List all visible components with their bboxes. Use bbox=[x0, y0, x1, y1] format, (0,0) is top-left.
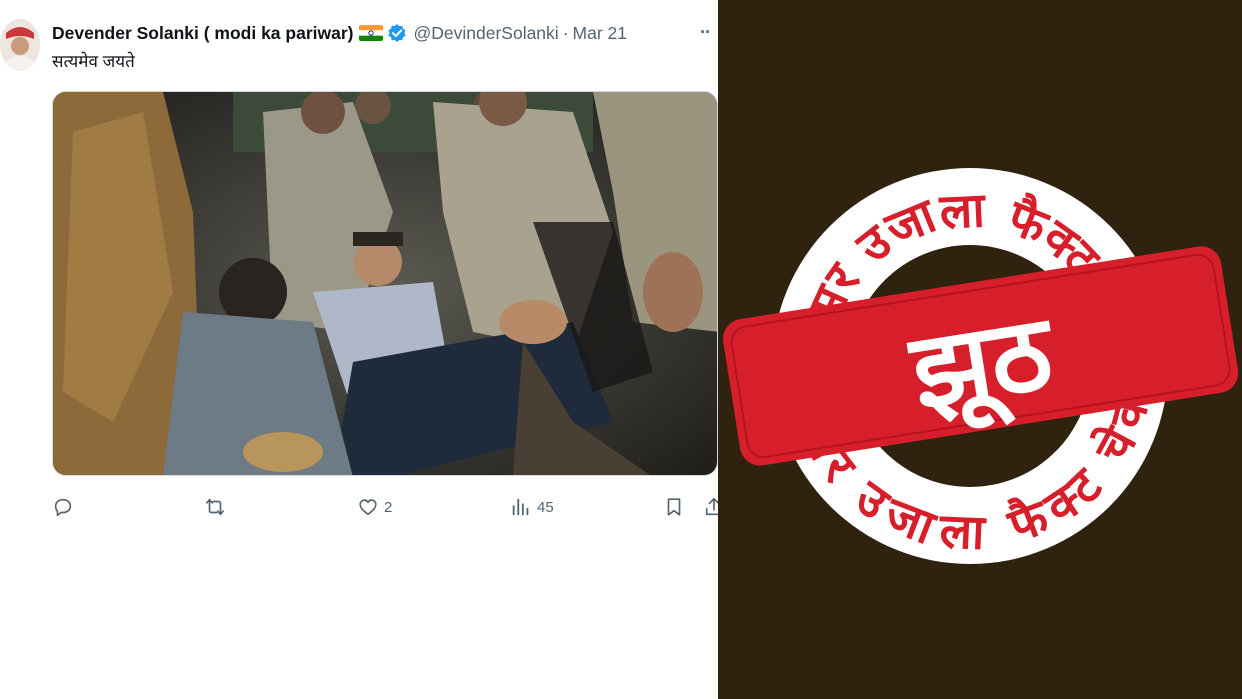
reply-button[interactable] bbox=[52, 496, 79, 518]
tweet-photo[interactable] bbox=[52, 91, 718, 476]
india-flag-icon bbox=[359, 25, 384, 41]
author-name[interactable]: Devender Solanki ( modi ka pariwar) bbox=[52, 23, 353, 44]
tweet-card: Devender Solanki ( modi ka pariwar) @Dev… bbox=[0, 0, 718, 699]
fact-check-stamp-panel: अमर उजाला फैक्ट चेक अमर उजाला फैक्ट चेक … bbox=[718, 0, 1242, 699]
author-handle[interactable]: @DevinderSolanki bbox=[413, 23, 558, 44]
verified-badge-icon bbox=[387, 23, 407, 43]
like-button[interactable]: 2 bbox=[357, 496, 392, 518]
like-count: 2 bbox=[384, 498, 393, 516]
share-icon bbox=[705, 497, 718, 516]
views-count: 45 bbox=[537, 498, 554, 516]
views-button[interactable]: 45 bbox=[510, 496, 554, 518]
retweet-button[interactable] bbox=[204, 496, 231, 518]
header-separator: · bbox=[562, 22, 569, 43]
tweet-text: सत्यमेव जयते bbox=[52, 52, 135, 71]
more-options-button[interactable]: ·· bbox=[700, 22, 711, 43]
tweet-date[interactable]: Mar 21 bbox=[573, 23, 627, 44]
bookmark-button[interactable] bbox=[663, 496, 685, 518]
fact-check-stamp: अमर उजाला फैक्ट चेक अमर उजाला फैक्ट चेक … bbox=[723, 168, 1239, 564]
tweet-header: Devender Solanki ( modi ka pariwar) @Dev… bbox=[52, 20, 627, 46]
heart-icon bbox=[359, 499, 377, 516]
bookmark-icon bbox=[667, 498, 681, 516]
share-button[interactable] bbox=[703, 496, 718, 518]
avatar[interactable] bbox=[0, 19, 40, 71]
views-chart-icon bbox=[512, 498, 529, 516]
retweet-icon bbox=[205, 498, 225, 516]
reply-icon bbox=[54, 498, 72, 517]
